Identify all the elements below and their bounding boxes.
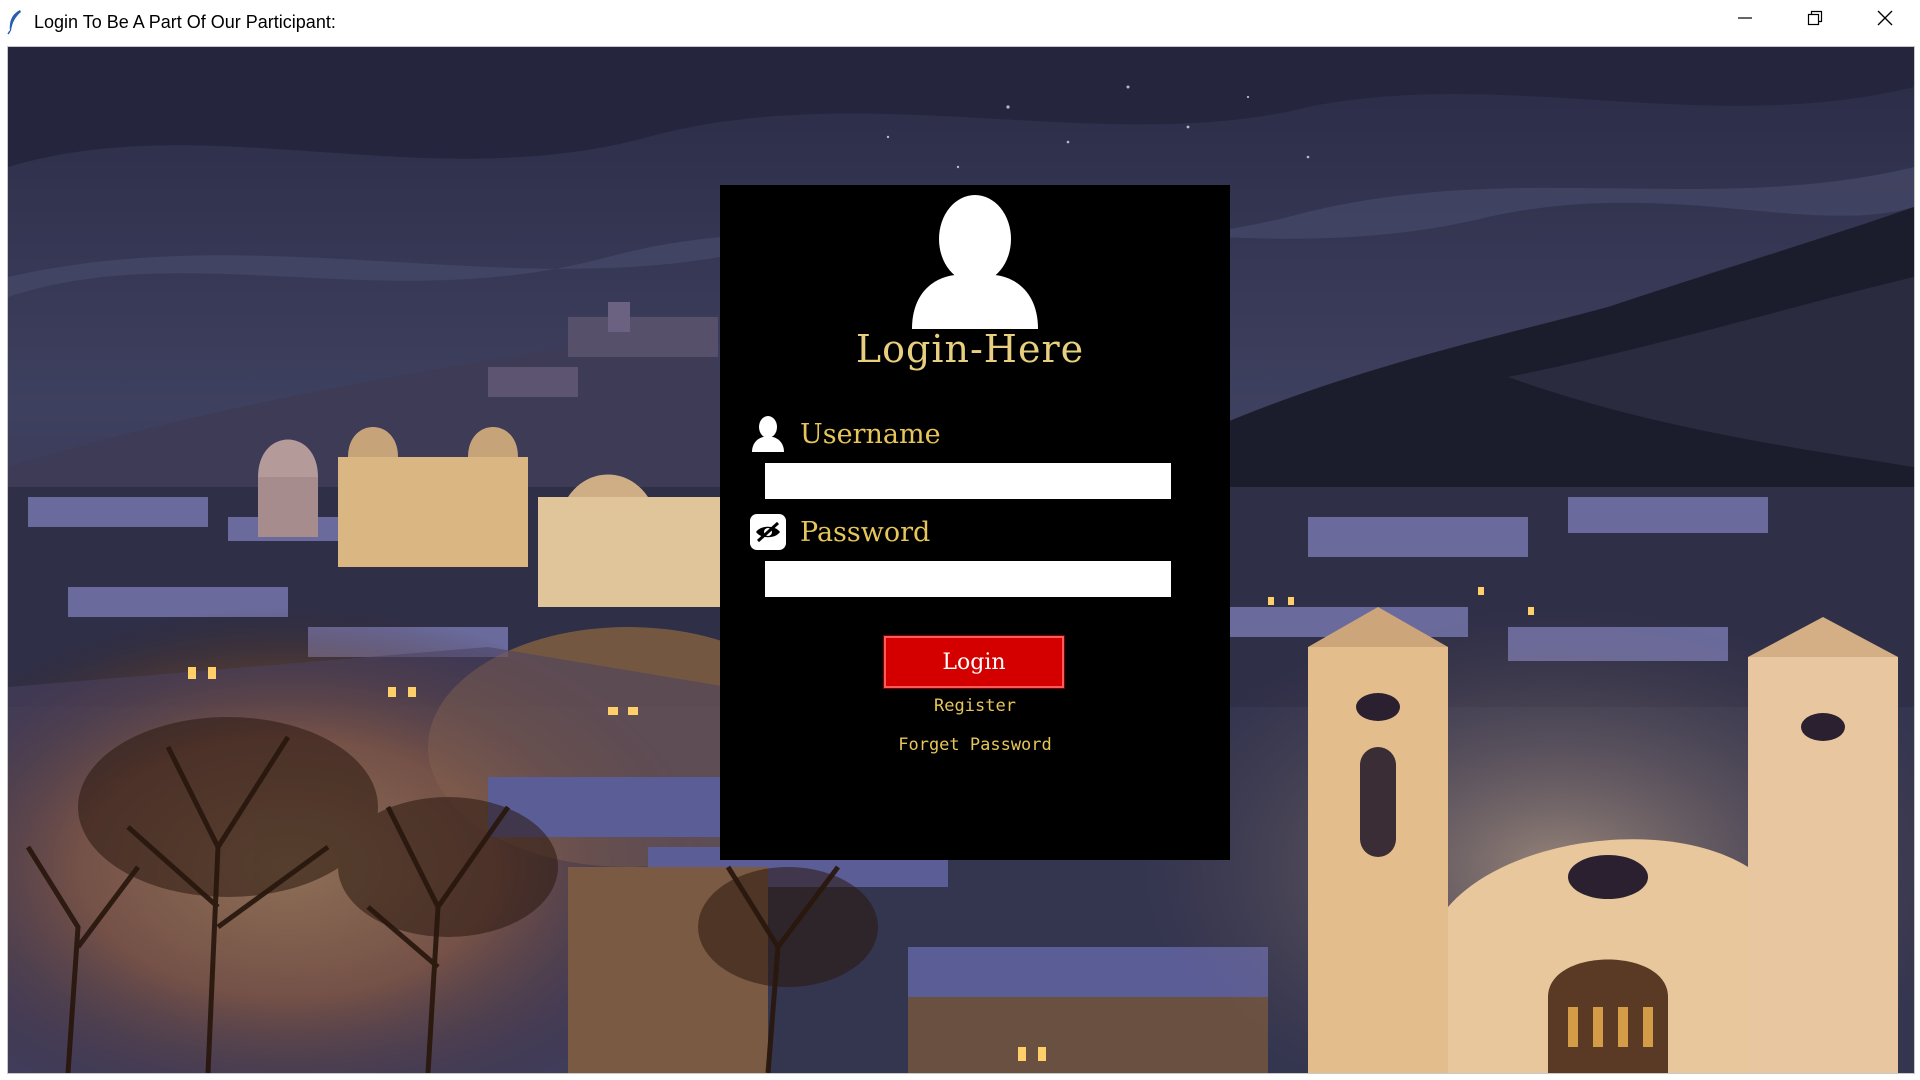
minimize-icon xyxy=(1738,17,1752,19)
eye-hidden-icon[interactable] xyxy=(750,513,786,551)
forgot-password-link[interactable]: Forget Password xyxy=(720,735,1230,755)
close-button[interactable] xyxy=(1850,0,1920,36)
password-label: Password xyxy=(800,516,931,548)
login-panel: Login-Here Username Password Login Regis… xyxy=(720,185,1230,860)
title-bar[interactable]: Login To Be A Part Of Our Participant: xyxy=(0,0,1920,44)
login-title: Login-Here xyxy=(855,327,1085,371)
login-button[interactable]: Login xyxy=(883,635,1065,689)
username-label-row: Username xyxy=(750,415,941,453)
register-link[interactable]: Register xyxy=(720,696,1230,716)
username-label: Username xyxy=(800,418,941,450)
window-controls xyxy=(1710,0,1920,36)
password-label-row: Password xyxy=(750,513,930,551)
username-input[interactable] xyxy=(765,463,1171,499)
restore-button[interactable] xyxy=(1780,0,1850,36)
restore-icon xyxy=(1807,10,1823,26)
minimize-button[interactable] xyxy=(1710,0,1780,36)
window-title: Login To Be A Part Of Our Participant: xyxy=(34,11,336,32)
feather-icon xyxy=(7,10,21,35)
user-icon xyxy=(750,415,786,453)
close-icon xyxy=(1877,10,1893,26)
user-silhouette-icon xyxy=(912,195,1038,329)
password-input[interactable] xyxy=(765,561,1171,597)
